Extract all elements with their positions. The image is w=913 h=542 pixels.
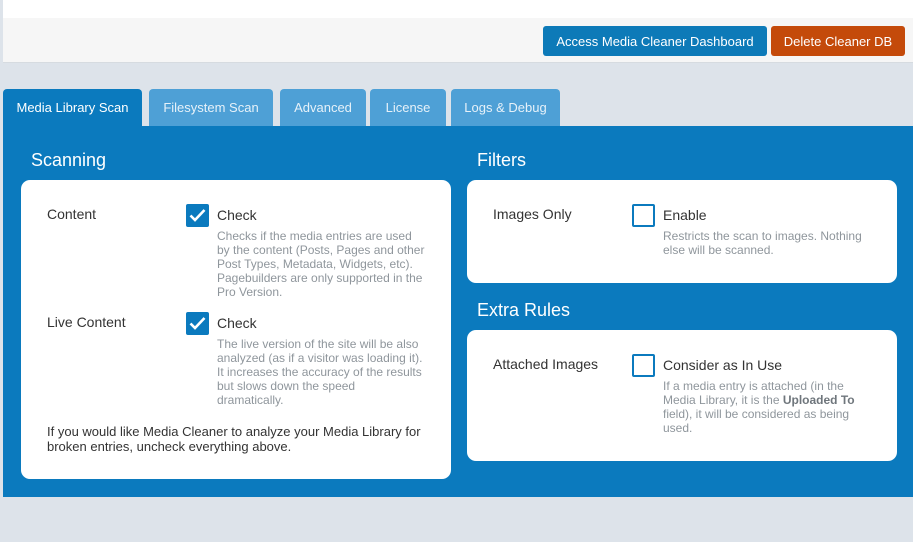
live-content-option-label: Live Content <box>47 314 126 330</box>
attached-images-check-label: Consider as In Use <box>663 357 783 373</box>
content-checkbox[interactable] <box>186 204 209 227</box>
content-option-label: Content <box>47 206 97 222</box>
checkmark-icon <box>189 209 206 222</box>
tab-license[interactable]: License <box>370 89 446 126</box>
access-dashboard-button[interactable]: Access Media Cleaner Dashboard <box>543 26 767 56</box>
scanning-title: Scanning <box>31 150 107 170</box>
tab-logs-debug[interactable]: Logs & Debug <box>451 89 560 126</box>
content-check-label: Check <box>217 207 257 223</box>
images-only-option-label: Images Only <box>493 206 572 222</box>
tab-advanced[interactable]: Advanced <box>280 89 366 126</box>
live-content-checkbox[interactable] <box>186 312 209 335</box>
tab-filesystem-scan[interactable]: Filesystem Scan <box>149 89 273 126</box>
images-only-description: Restricts the scan to images. Nothing el… <box>663 229 862 257</box>
checkmark-icon <box>189 317 206 330</box>
attached-images-option-label: Attached Images <box>493 356 599 372</box>
delete-cleaner-db-button[interactable]: Delete Cleaner DB <box>771 26 905 56</box>
extra-rules-card: Attached Images Consider as In Use If a … <box>467 330 897 461</box>
scanning-note: If you would like Media Cleaner to analy… <box>47 424 421 454</box>
filters-title: Filters <box>477 150 526 170</box>
filters-card: Images Only Enable Restricts the scan to… <box>467 180 897 283</box>
admin-header-strip <box>3 0 913 18</box>
attached-images-description: If a media entry is attached (in the Med… <box>663 379 855 435</box>
live-content-check-label: Check <box>217 315 257 331</box>
content-description: Checks if the media entries are used by … <box>217 229 425 299</box>
images-only-checkbox[interactable] <box>632 204 655 227</box>
uploaded-to-emphasis: Uploaded To <box>782 393 855 407</box>
images-only-check-label: Enable <box>663 207 707 223</box>
extra-rules-title: Extra Rules <box>477 300 571 320</box>
scanning-card: Content Check Checks if the media entrie… <box>21 180 451 479</box>
tab-media-library-scan[interactable]: Media Library Scan <box>3 89 142 126</box>
live-content-description: The live version of the site will be als… <box>217 337 423 407</box>
attached-images-checkbox[interactable] <box>632 354 655 377</box>
settings-panel: Scanning Content Check Checks if the med… <box>3 126 913 497</box>
